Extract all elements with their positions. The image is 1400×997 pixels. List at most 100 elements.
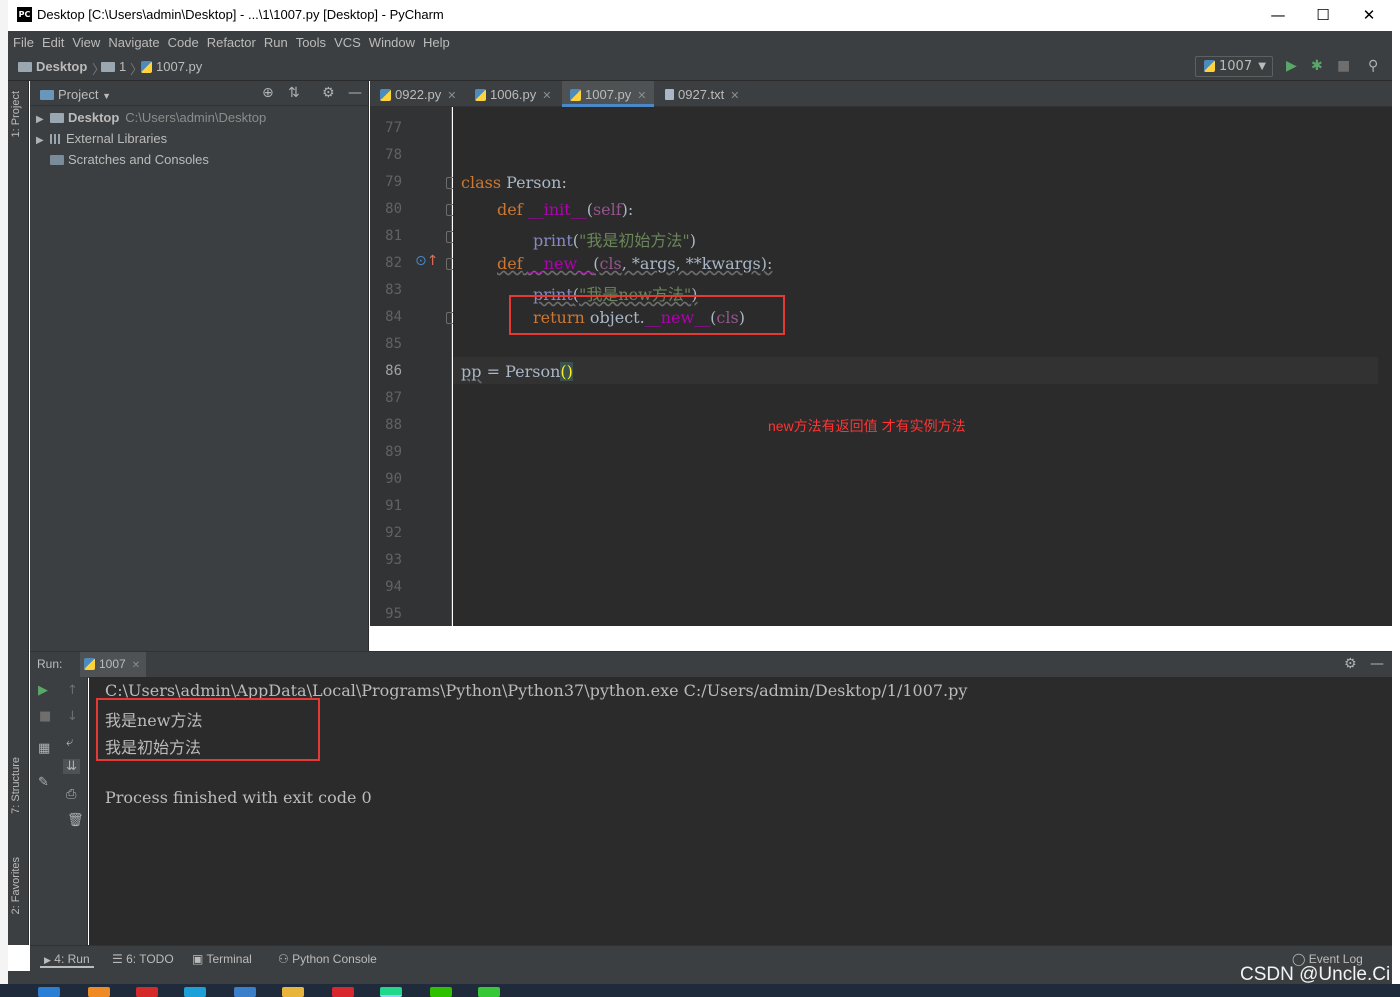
- variable-pp: pp: [461, 362, 482, 381]
- menu-file[interactable]: File: [13, 35, 34, 50]
- tree-item-desktop[interactable]: ▶ Desktop C:\Users\admin\Desktop: [36, 110, 266, 125]
- menu-code[interactable]: Code: [168, 35, 199, 50]
- vscode-taskbar-icon[interactable]: [38, 987, 60, 997]
- tab-0927[interactable]: 0927.txt ✕: [665, 81, 750, 107]
- editor-scrollbar[interactable]: [1378, 107, 1392, 626]
- pycharm-logo: PC: [17, 7, 32, 22]
- folder-taskbar-icon[interactable]: [282, 987, 304, 997]
- console-output[interactable]: C:\Users\admin\AppData\Local\Programs\Py…: [89, 677, 1392, 945]
- menu-window[interactable]: Window: [369, 35, 415, 50]
- hide-icon[interactable]: —: [1370, 656, 1384, 672]
- background-right-edge: [1392, 0, 1400, 997]
- assignment: = Person: [481, 362, 561, 381]
- paren-close: ): [689, 231, 696, 250]
- tree-item-external-libraries[interactable]: ▶ External Libraries: [36, 131, 167, 146]
- pycharm-taskbar-icon[interactable]: [380, 987, 402, 997]
- minimize-button[interactable]: —: [1258, 4, 1298, 26]
- menu-refactor[interactable]: Refactor: [207, 35, 256, 50]
- tool-tab-terminal[interactable]: ▣ Terminal: [192, 952, 252, 966]
- param-self: self: [592, 200, 622, 219]
- python-file-icon: [570, 89, 581, 101]
- locate-icon[interactable]: ⊕: [262, 85, 274, 101]
- collapse-all-icon[interactable]: ⇅: [288, 85, 300, 101]
- param-cls: cls: [599, 254, 622, 273]
- tab-1006[interactable]: 1006.py ✕: [475, 81, 560, 107]
- hide-icon[interactable]: —: [348, 85, 362, 101]
- line-number: 93: [385, 552, 402, 568]
- run-tab-1007[interactable]: 1007 ✕: [80, 652, 147, 678]
- app-taskbar-icon[interactable]: [234, 987, 256, 997]
- wps-taskbar-icon[interactable]: [136, 987, 158, 997]
- print-icon[interactable]: ⎙: [66, 787, 76, 802]
- tool-tab-run[interactable]: ▶ 4: Run: [40, 952, 94, 968]
- breadcrumb-folder[interactable]: 1: [101, 59, 126, 74]
- soft-wrap-icon[interactable]: ⤶: [66, 735, 73, 750]
- project-view-select[interactable]: Project ▼: [40, 87, 111, 102]
- close-button[interactable]: ✕: [1349, 4, 1389, 26]
- menu-run[interactable]: Run: [264, 35, 288, 50]
- close-tab-icon[interactable]: ✕: [132, 660, 140, 671]
- line-number: 80: [385, 201, 402, 217]
- tool-tab-python-console[interactable]: ⚇ Python Console: [278, 952, 377, 966]
- left-tool-strip: 1: Project 7: Structure 2: Favorites: [8, 81, 29, 945]
- menu-edit[interactable]: Edit: [42, 35, 64, 50]
- run-icon[interactable]: ▶: [1286, 58, 1297, 74]
- menu-help[interactable]: Help: [423, 35, 450, 50]
- menu-vcs[interactable]: VCS: [334, 35, 361, 50]
- code-line-81: print("我是初始方法"): [533, 227, 696, 251]
- wechat-taskbar-icon[interactable]: [430, 987, 452, 997]
- tab-label: 0927.txt: [678, 87, 725, 102]
- keyword-def: def: [497, 200, 523, 219]
- search-icon[interactable]: ⚲: [1368, 58, 1378, 74]
- browser-taskbar-icon[interactable]: [184, 987, 206, 997]
- down-arrow-icon[interactable]: ↓: [67, 709, 78, 724]
- gear-icon[interactable]: ⚙: [1344, 656, 1357, 672]
- tool-tab-structure[interactable]: 7: Structure: [10, 757, 22, 814]
- menu-navigate[interactable]: Navigate: [108, 35, 159, 50]
- tab-0922[interactable]: 0922.py ✕: [380, 81, 470, 107]
- highlight-box-output: [96, 698, 320, 761]
- tree-item-scratches[interactable]: Scratches and Consoles: [36, 152, 209, 167]
- highlight-box-return: [509, 295, 785, 335]
- breadcrumb-root[interactable]: Desktop: [18, 59, 87, 74]
- close-tab-icon[interactable]: ✕: [637, 90, 646, 102]
- tool-tab-favorites[interactable]: 2: Favorites: [10, 857, 22, 914]
- breadcrumb-file[interactable]: 1007.py: [141, 59, 202, 74]
- stop-icon[interactable]: ■: [39, 709, 51, 724]
- close-tab-icon[interactable]: ✕: [542, 90, 551, 102]
- rerun-icon[interactable]: ▶: [38, 683, 48, 698]
- code-editor[interactable]: class Person: def __init__(self): print(…: [453, 107, 1378, 626]
- stop-icon[interactable]: ■: [1337, 58, 1350, 74]
- scroll-to-end-icon[interactable]: ⇊: [63, 759, 80, 774]
- app-taskbar-icon[interactable]: [478, 987, 500, 997]
- tool-tab-project[interactable]: 1: Project: [10, 91, 22, 137]
- editor-gutter: 77 78 79 80 81 82 83 84 85 86 87 88 89 9…: [370, 107, 458, 626]
- close-tab-icon[interactable]: ✕: [447, 90, 456, 102]
- terminal-icon: ▣: [192, 952, 204, 966]
- menu-view[interactable]: View: [72, 35, 100, 50]
- close-tab-icon[interactable]: ✕: [730, 90, 739, 102]
- gear-icon[interactable]: ⚙: [322, 85, 335, 101]
- debug-icon[interactable]: ✱: [1311, 58, 1323, 74]
- run-panel-header: Run: 1007 ✕ ⚙ —: [30, 651, 1392, 678]
- pin-icon[interactable]: ✎: [38, 775, 49, 790]
- layout-icon[interactable]: ▦: [38, 741, 50, 756]
- trash-icon[interactable]: 🗑: [67, 813, 84, 828]
- window-title: Desktop [C:\Users\admin\Desktop] - ...\1…: [37, 7, 444, 22]
- override-marker-icon[interactable]: ⊙↑: [415, 253, 438, 269]
- run-icon: ▶: [44, 955, 51, 965]
- tab-1007[interactable]: 1007.py ✕: [562, 81, 654, 107]
- expand-arrow-icon: ▶: [36, 135, 44, 146]
- background-left-edge: [0, 0, 8, 997]
- tool-tab-todo[interactable]: ☰ 6: TODO: [112, 952, 174, 966]
- run-label: Run:: [37, 657, 63, 671]
- maximize-button[interactable]: ☐: [1303, 4, 1343, 26]
- up-arrow-icon[interactable]: ↑: [67, 683, 78, 698]
- python-file-icon: [1204, 60, 1215, 72]
- scratches-icon: [50, 155, 64, 165]
- menu-tools[interactable]: Tools: [296, 35, 326, 50]
- music-taskbar-icon[interactable]: [332, 987, 354, 997]
- app-taskbar-icon[interactable]: [88, 987, 110, 997]
- line-number: 92: [385, 525, 402, 541]
- run-config-select[interactable]: 1007 ▼: [1195, 56, 1273, 77]
